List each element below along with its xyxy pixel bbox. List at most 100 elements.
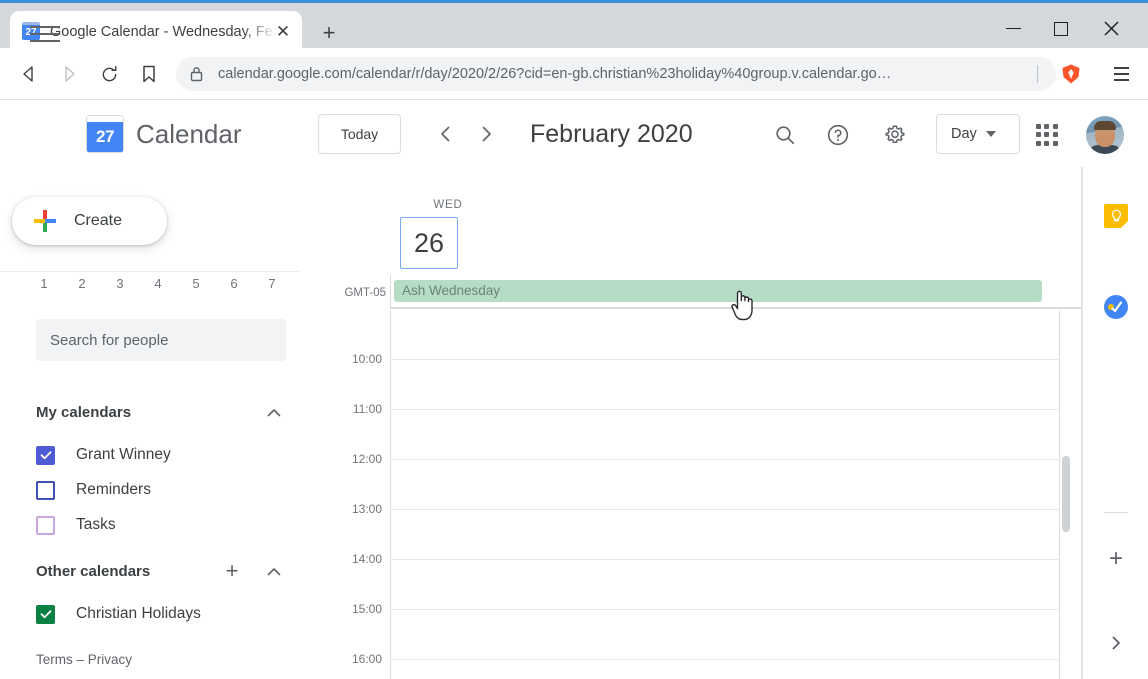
sidebar: Create 1 2 3 4 5 6 7 My calendars Grant … <box>0 167 320 679</box>
time-label: 10:00 <box>320 352 382 366</box>
avatar[interactable] <box>1086 116 1124 154</box>
bookmark-icon[interactable] <box>132 57 166 91</box>
search-icon[interactable] <box>767 117 803 153</box>
checkbox-unchecked[interactable] <box>36 481 55 500</box>
close-tab-icon[interactable]: ✕ <box>274 22 292 40</box>
mini-calendar-day[interactable]: 3 <box>110 276 130 292</box>
brave-shield-icon[interactable] <box>1060 63 1082 85</box>
search-for-people-input[interactable] <box>36 319 286 361</box>
mini-calendar-day[interactable]: 2 <box>72 276 92 292</box>
grid-left-border <box>390 311 391 679</box>
create-label: Create <box>74 212 122 230</box>
new-tab-button[interactable]: + <box>316 20 342 46</box>
my-calendars-collapse-icon[interactable] <box>262 401 286 425</box>
google-tasks-icon[interactable] <box>1104 295 1128 319</box>
grid-line <box>390 659 1060 660</box>
calendar-item-label: Reminders <box>76 481 151 499</box>
gear-icon[interactable] <box>877 117 913 153</box>
day-grid: WED 26 GMT-05 Ash Wednesday 10:00 11:00 … <box>320 167 1082 679</box>
calendar-item-label: Christian Holidays <box>76 605 201 623</box>
grid-scrollbar[interactable] <box>1062 456 1070 532</box>
timezone-label: GMT-05 <box>328 286 386 300</box>
tab-title: Google Calendar - Wednesday, Feb <box>50 23 276 41</box>
address-bar[interactable]: calendar.google.com/calendar/r/day/2020/… <box>176 57 1056 91</box>
selected-day-number[interactable]: 26 <box>400 217 458 269</box>
time-label: 14:00 <box>320 552 382 566</box>
minimize-icon[interactable] <box>990 6 1036 51</box>
apps-grid-icon[interactable] <box>1034 122 1060 148</box>
chevron-right-icon[interactable] <box>1105 632 1127 654</box>
next-period-button[interactable] <box>470 118 502 150</box>
help-icon[interactable] <box>820 117 856 153</box>
checkbox-unchecked[interactable] <box>36 516 55 535</box>
day-of-week-label: WED <box>408 198 488 212</box>
today-button[interactable]: Today <box>318 114 401 154</box>
grid-line <box>390 409 1060 410</box>
forward-arrow-icon <box>52 57 86 91</box>
calendar-item-reminders[interactable]: Reminders <box>36 475 286 505</box>
mini-calendar-day[interactable]: 6 <box>224 276 244 292</box>
reload-icon[interactable] <box>92 57 126 91</box>
mini-calendar-day[interactable]: 7 <box>262 276 282 292</box>
grid-line <box>390 559 1060 560</box>
side-panel: + <box>1082 167 1148 679</box>
rail-divider-line <box>1104 512 1128 513</box>
page-title: Calendar <box>136 118 242 150</box>
calendar-item-christian-holidays[interactable]: Christian Holidays <box>36 599 286 629</box>
grid-line <box>390 459 1060 460</box>
day-column-header: WED 26 <box>320 167 1082 277</box>
event-ash-wednesday[interactable]: Ash Wednesday <box>394 280 1042 302</box>
mini-calendar-day[interactable]: 5 <box>186 276 206 292</box>
title-bar: 27 Google Calendar - Wednesday, Feb ✕ + <box>0 0 1148 48</box>
checkbox-checked[interactable] <box>36 605 55 624</box>
time-label: 11:00 <box>320 402 382 416</box>
other-calendars-title: Other calendars <box>36 562 150 582</box>
calendar-item-label: Tasks <box>76 516 116 534</box>
time-label: 16:00 <box>320 652 382 666</box>
time-slots: 10:00 11:00 12:00 13:00 14:00 15:00 16:0… <box>320 311 1082 679</box>
create-button[interactable]: Create <box>12 197 167 245</box>
browser-menu-icon[interactable] <box>1108 61 1134 87</box>
grid-line <box>390 509 1060 510</box>
mini-calendar-row: 1 2 3 4 5 6 7 <box>0 271 300 295</box>
google-calendar-logo: 27 <box>86 115 124 153</box>
calendar-item-grant-winney[interactable]: Grant Winney <box>36 440 286 470</box>
time-label: 15:00 <box>320 602 382 616</box>
browser-toolbar: calendar.google.com/calendar/r/day/2020/… <box>0 48 1148 100</box>
previous-period-button[interactable] <box>430 118 462 150</box>
google-keep-icon[interactable] <box>1104 204 1128 228</box>
calendar-logo-date: 27 <box>87 122 123 152</box>
time-label: 12:00 <box>320 452 382 466</box>
add-other-calendar-icon[interactable]: + <box>220 559 244 583</box>
other-calendars-collapse-icon[interactable] <box>262 560 286 584</box>
view-selector-label: Day <box>951 126 977 142</box>
plus-icon <box>34 210 56 232</box>
terms-privacy-link[interactable]: Terms – Privacy <box>36 651 132 669</box>
browser-window: 27 Google Calendar - Wednesday, Feb ✕ + <box>0 0 1148 679</box>
mini-calendar-day[interactable]: 1 <box>34 276 54 292</box>
close-icon[interactable] <box>1088 6 1134 51</box>
grid-line <box>390 359 1060 360</box>
mouse-cursor-pointer <box>729 289 755 323</box>
view-selector[interactable]: Day <box>936 114 1020 154</box>
calendar-item-label: Grant Winney <box>76 446 171 464</box>
avatar-hair <box>1094 121 1116 130</box>
hamburger-menu-icon[interactable] <box>30 21 62 47</box>
padlock-icon <box>190 66 203 87</box>
mini-calendar-day[interactable]: 4 <box>148 276 168 292</box>
maximize-icon[interactable] <box>1038 6 1084 51</box>
today-label: Today <box>341 126 378 142</box>
back-arrow-icon[interactable] <box>12 57 46 91</box>
event-title: Ash Wednesday <box>402 282 500 300</box>
chevron-down-icon <box>986 131 996 137</box>
my-calendars-title: My calendars <box>36 403 131 423</box>
calendar-item-tasks[interactable]: Tasks <box>36 510 286 540</box>
grid-right-border <box>1059 311 1060 679</box>
url-text: calendar.google.com/calendar/r/day/2020/… <box>218 57 1012 91</box>
time-label: 13:00 <box>320 502 382 516</box>
add-side-panel-app-icon[interactable]: + <box>1104 547 1128 571</box>
current-period-label: February 2020 <box>530 117 693 151</box>
checkbox-checked[interactable] <box>36 446 55 465</box>
grid-line <box>390 609 1060 610</box>
omnibox-divider <box>1037 65 1038 83</box>
